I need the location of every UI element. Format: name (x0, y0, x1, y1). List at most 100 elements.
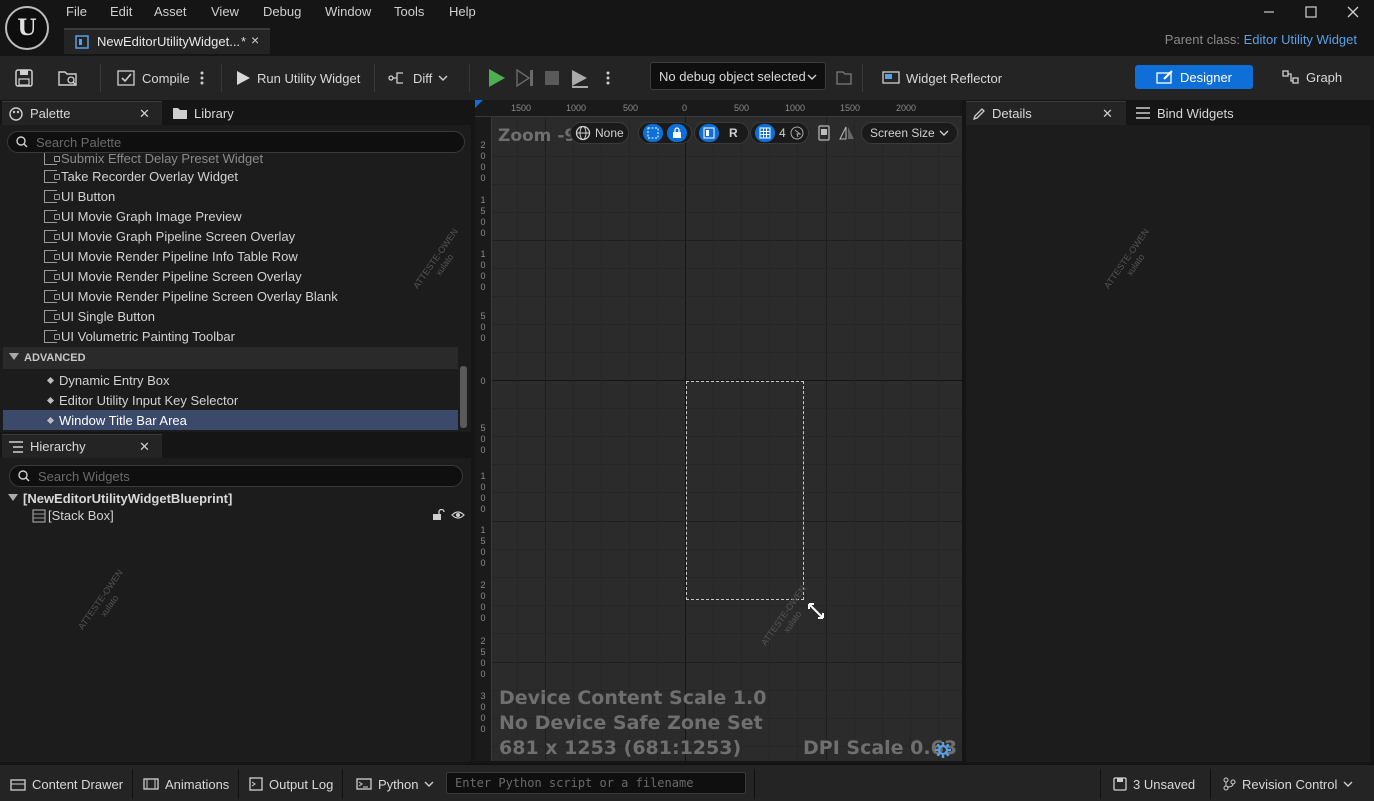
list-item[interactable]: UI Movie Graph Pipeline Screen Overlay (44, 226, 295, 246)
grid-snap-value[interactable]: 4 (779, 126, 786, 140)
tab-bind-widgets[interactable]: Bind Widgets (1129, 101, 1240, 125)
hierarchy-search-input[interactable] (38, 468, 438, 484)
device-preview-icon[interactable] (817, 125, 831, 141)
list-item[interactable]: UI Single Button (44, 306, 155, 326)
palette-header: Palette ✕ Library (0, 101, 471, 125)
close-palette-icon[interactable]: ✕ (139, 106, 150, 122)
simulate-play-button[interactable] (485, 65, 507, 91)
widget-bounds[interactable] (686, 381, 804, 600)
palette-item-label: UI Movie Graph Image Preview (61, 208, 242, 224)
document-tab[interactable]: NewEditorUtilityWidget... * × (64, 28, 270, 54)
film-icon (143, 777, 159, 791)
diff-button[interactable]: Diff (387, 65, 448, 91)
unreal-logo-icon[interactable]: U (5, 6, 49, 50)
flip-preview-icon[interactable] (839, 125, 855, 141)
stop-icon[interactable] (542, 65, 562, 91)
layout-transform-icon[interactable] (699, 124, 719, 142)
lock-icon[interactable] (667, 124, 687, 142)
palette-search[interactable] (7, 131, 465, 153)
close-tab-icon[interactable]: × (251, 32, 259, 48)
designer-viewport[interactable]: 1500 1000 500 0 500 1000 1500 2000 2000 … (475, 100, 962, 761)
toolbar-separator (100, 64, 101, 92)
maximize-icon[interactable] (1301, 2, 1321, 22)
designer-mode-button[interactable]: Designer (1135, 65, 1253, 89)
revision-control-button[interactable]: Revision Control (1222, 773, 1353, 795)
menu-debug[interactable]: Debug (263, 4, 301, 20)
close-window-icon[interactable] (1343, 2, 1363, 22)
animations-button[interactable]: Animations (143, 773, 229, 795)
python-command-input[interactable]: Enter Python script or a filename (446, 772, 746, 794)
palette-scrollbar[interactable] (460, 366, 467, 428)
ruler-tick-label: 2000 (896, 103, 917, 113)
tab-library[interactable]: Library (166, 101, 240, 125)
menu-window[interactable]: Window (325, 4, 371, 20)
close-details-icon[interactable]: ✕ (1102, 106, 1113, 122)
play-options-icon[interactable] (604, 65, 612, 91)
list-item[interactable]: Take Recorder Overlay Widget (44, 166, 238, 186)
advanced-category-header[interactable]: ADVANCED (3, 347, 458, 369)
watermark: ATTESTE-OWEN xulato (1102, 226, 1151, 291)
tab-details[interactable]: Details ✕ (966, 101, 1126, 125)
list-item[interactable]: UI Movie Render Pipeline Info Table Row (44, 246, 298, 266)
graph-mode-button[interactable]: Graph (1282, 65, 1342, 89)
tab-hierarchy[interactable]: Hierarchy ✕ (2, 434, 162, 458)
debug-object-select[interactable]: No debug object selected (650, 62, 826, 90)
step-forward-icon[interactable] (514, 65, 536, 91)
render-transform-toggle[interactable]: R (723, 126, 744, 140)
run-utility-widget-button[interactable]: Run Utility Widget (235, 65, 360, 91)
menu-file[interactable]: File (66, 4, 87, 20)
palette-search-input[interactable] (36, 134, 436, 150)
diamond-icon (46, 416, 55, 424)
expand-arrow-icon[interactable] (8, 494, 18, 502)
python-console-selector[interactable]: Python (356, 773, 434, 795)
compile-options-icon[interactable] (198, 65, 206, 91)
menu-tools[interactable]: Tools (394, 4, 424, 20)
list-item[interactable]: Editor Utility Input Key Selector (46, 390, 238, 410)
unlock-icon[interactable] (432, 509, 446, 521)
designer-label: Designer (1179, 69, 1233, 85)
list-item[interactable]: Window Title Bar Area (46, 410, 187, 430)
chevron-down-icon (1343, 780, 1353, 788)
zoom-level: Zoom -9 (498, 126, 577, 146)
diff-icon (387, 69, 407, 87)
list-item[interactable]: UI Button (44, 186, 115, 206)
content-drawer-button[interactable]: Content Drawer (10, 773, 123, 795)
tab-palette[interactable]: Palette ✕ (2, 101, 162, 125)
toolbar-separator (374, 64, 375, 92)
minimize-icon[interactable] (1259, 2, 1279, 22)
browse-asset-icon[interactable] (57, 65, 79, 91)
compile-button[interactable]: Compile (116, 65, 190, 91)
save-icon[interactable] (14, 65, 34, 91)
list-item[interactable]: Dynamic Entry Box (46, 370, 170, 390)
marquee-select-icon[interactable] (643, 124, 663, 142)
menu-view[interactable]: View (211, 4, 239, 20)
eject-icon[interactable] (569, 65, 591, 91)
list-item[interactable]: UI Movie Graph Image Preview (44, 206, 242, 226)
unsaved-assets-button[interactable]: 3 Unsaved (1113, 773, 1195, 795)
menu-help[interactable]: Help (449, 4, 476, 20)
hierarchy-root[interactable]: [NewEditorUtilityWidgetBlueprint] (23, 491, 232, 506)
close-hierarchy-icon[interactable]: ✕ (139, 439, 150, 455)
parent-class-link[interactable]: Editor Utility Widget (1244, 32, 1357, 47)
hierarchy-child[interactable]: [Stack Box] (48, 508, 114, 523)
list-item[interactable]: UI Volumetric Painting Toolbar (44, 326, 235, 346)
widget-reflector-button[interactable]: Widget Reflector (882, 65, 1002, 91)
output-log-button[interactable]: Output Log (249, 773, 333, 795)
localization-preview-dropdown[interactable]: None (570, 122, 629, 144)
debug-filter-icon[interactable] (835, 65, 853, 91)
advanced-item-label: Dynamic Entry Box (59, 372, 170, 388)
list-item[interactable]: UI Movie Render Pipeline Screen Overlay … (44, 286, 338, 306)
chevron-down-icon (9, 353, 19, 361)
menu-asset[interactable]: Asset (154, 4, 187, 20)
pointer-icon[interactable] (790, 126, 804, 140)
grid-snap-icon[interactable] (755, 124, 775, 142)
list-item[interactable]: UI Movie Render Pipeline Screen Overlay (44, 266, 302, 286)
visibility-eye-icon[interactable] (451, 510, 465, 520)
ruler-tick-label: 1000 (480, 471, 486, 514)
screen-size-dropdown[interactable]: Screen Size (861, 122, 958, 144)
menu-edit[interactable]: Edit (110, 4, 132, 20)
horizontal-ruler: 1500 1000 500 0 500 1000 1500 2000 (475, 100, 962, 117)
dpi-settings-gear-icon[interactable] (934, 741, 952, 759)
widget-icon (44, 269, 60, 283)
hierarchy-search[interactable] (9, 465, 463, 487)
